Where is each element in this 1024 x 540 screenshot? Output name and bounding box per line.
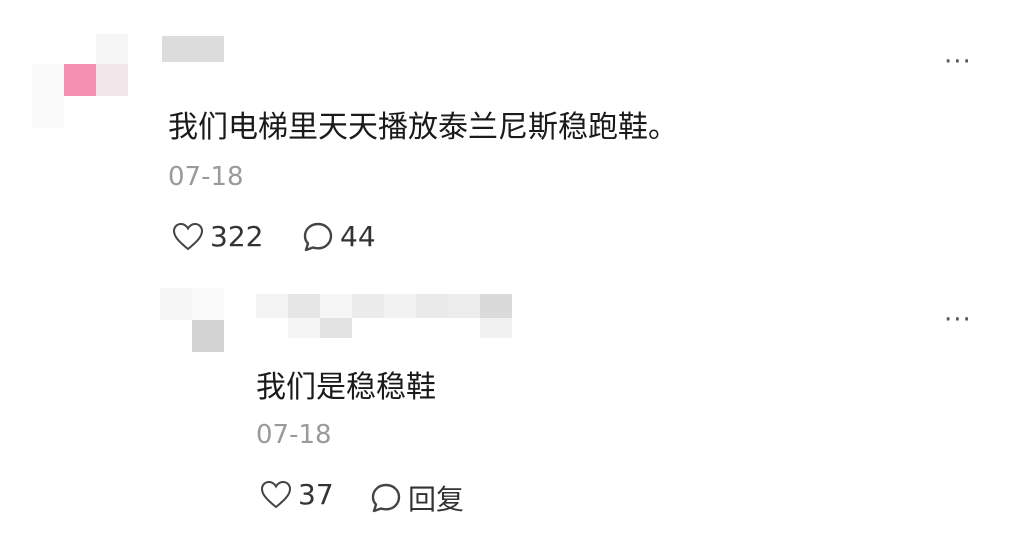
like-count: 322 xyxy=(210,220,264,253)
username-blurred[interactable] xyxy=(162,36,224,62)
avatar[interactable] xyxy=(160,288,226,354)
more-options-button[interactable]: ··· xyxy=(944,49,972,75)
reply-count: 44 xyxy=(340,220,376,253)
reply-text: 我们是稳稳鞋 xyxy=(256,370,436,405)
comment-button[interactable]: 44 xyxy=(302,220,376,253)
heart-outline-icon xyxy=(260,480,292,510)
comment-bubble-icon xyxy=(370,482,402,514)
comment-bubble-icon xyxy=(302,221,334,253)
username-blurred[interactable] xyxy=(256,294,512,340)
reply-button[interactable]: 回复 xyxy=(370,478,464,518)
comment-text: 我们电梯里天天播放泰兰尼斯稳跑鞋。 xyxy=(168,110,678,145)
like-count: 37 xyxy=(298,478,334,511)
reply-date: 07-18 xyxy=(256,420,332,450)
like-button[interactable]: 37 xyxy=(260,478,334,511)
reply-label: 回复 xyxy=(408,483,465,516)
comment-date: 07-18 xyxy=(168,162,244,192)
more-horizontal-icon: ··· xyxy=(944,47,972,77)
avatar[interactable] xyxy=(32,34,132,128)
more-options-button[interactable]: ··· xyxy=(944,307,972,333)
like-button[interactable]: 322 xyxy=(172,220,263,253)
heart-outline-icon xyxy=(172,222,204,252)
more-horizontal-icon: ··· xyxy=(944,305,972,335)
